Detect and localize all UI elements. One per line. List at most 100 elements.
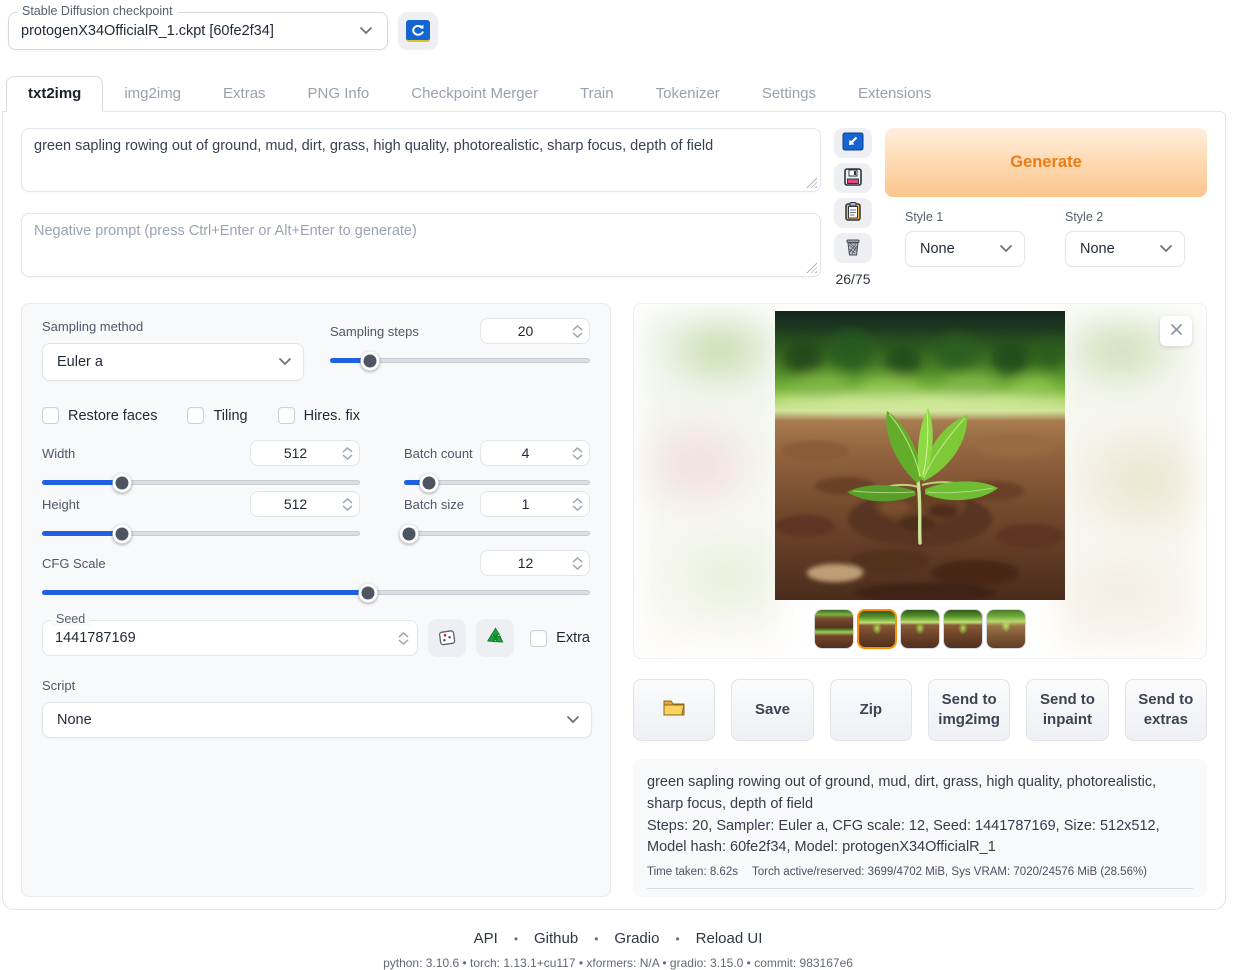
parameters-card: Sampling method Euler a Sampling steps [21, 303, 611, 897]
tab-txt2img[interactable]: txt2img [6, 76, 103, 112]
slider-knob[interactable] [113, 473, 132, 492]
floppy-disk-icon [843, 167, 863, 190]
footer-link-api[interactable]: API [474, 930, 498, 947]
sampling-method-select[interactable]: Euler a [42, 343, 304, 381]
version-info: python: 3.10.6 • torch: 1.13.1+cu117 • x… [0, 956, 1236, 970]
tab-img2img[interactable]: img2img [103, 77, 202, 111]
restore-faces-checkbox[interactable]: Restore faces [42, 407, 157, 424]
recycle-icon [485, 626, 506, 650]
gallery-thumbnail-4[interactable] [943, 609, 983, 649]
refresh-checkpoints-button[interactable] [398, 12, 438, 50]
checkbox-box[interactable] [187, 407, 204, 424]
tiling-checkbox[interactable]: Tiling [187, 407, 247, 424]
width-input[interactable] [250, 440, 360, 466]
checkbox-box[interactable] [42, 407, 59, 424]
token-counter: 26/75 [835, 271, 870, 287]
footer-link-gradio[interactable]: Gradio [614, 930, 659, 947]
slider-knob[interactable] [399, 524, 418, 543]
bullet-separator: • [594, 932, 598, 946]
number-spinner[interactable] [570, 557, 585, 570]
number-spinner[interactable] [396, 632, 411, 645]
footer-link-github[interactable]: Github [534, 930, 578, 947]
number-spinner[interactable] [570, 325, 585, 338]
sampling-steps-slider[interactable] [330, 358, 590, 363]
batch-size-label: Batch size [404, 497, 464, 512]
style2-select[interactable]: None [1065, 231, 1185, 267]
width-slider[interactable] [42, 480, 360, 485]
close-gallery-button[interactable] [1160, 316, 1192, 346]
number-spinner[interactable] [340, 447, 355, 460]
seed-input-group[interactable]: Seed [42, 620, 418, 656]
main-tabbar: txt2img img2img Extras PNG Info Checkpoi… [0, 76, 1236, 111]
footer-link-reload-ui[interactable]: Reload UI [696, 930, 763, 947]
checkpoint-select[interactable]: Stable Diffusion checkpoint protogenX34O… [8, 12, 388, 50]
hires-fix-checkbox[interactable]: Hires. fix [278, 407, 360, 424]
clear-prompt-button[interactable] [834, 233, 872, 263]
cfg-scale-slider[interactable] [42, 590, 590, 595]
reuse-seed-button[interactable] [476, 619, 514, 657]
sampling-steps-input[interactable] [480, 318, 590, 344]
tab-tokenizer[interactable]: Tokenizer [635, 77, 741, 111]
chevron-down-icon [999, 241, 1013, 257]
style1-label: Style 1 [905, 210, 1025, 224]
chevron-down-icon [1159, 241, 1173, 257]
gallery-thumbnail-5[interactable] [986, 609, 1026, 649]
negative-prompt-input[interactable] [21, 213, 821, 277]
script-select[interactable]: None [42, 702, 592, 738]
random-seed-button[interactable] [428, 619, 466, 657]
slider-knob[interactable] [113, 524, 132, 543]
slider-knob[interactable] [419, 473, 438, 492]
height-label: Height [42, 497, 80, 512]
tab-png-info[interactable]: PNG Info [287, 77, 391, 111]
open-output-folder-button[interactable] [633, 679, 715, 741]
tab-checkpoint-merger[interactable]: Checkpoint Merger [390, 77, 559, 111]
generated-image[interactable] [775, 311, 1065, 600]
batch-size-slider[interactable] [404, 531, 590, 536]
seed-input[interactable] [55, 630, 396, 646]
gallery-blur-backdrop [1056, 310, 1200, 652]
gallery-thumbnail-3[interactable] [900, 609, 940, 649]
cfg-scale-input[interactable] [480, 550, 590, 576]
send-to-extras-button[interactable]: Send to extras [1125, 679, 1207, 741]
chevron-down-icon [359, 22, 373, 40]
clipboard-icon [844, 201, 862, 225]
chevron-down-icon [278, 354, 292, 370]
height-input[interactable] [250, 491, 360, 517]
gallery-thumbnail-1[interactable] [814, 609, 854, 649]
paste-arrow-icon [842, 132, 864, 154]
zip-button[interactable]: Zip [830, 679, 912, 741]
generate-button[interactable]: Generate [885, 128, 1207, 197]
tab-extensions[interactable]: Extensions [837, 77, 952, 111]
paste-generation-params-button[interactable] [834, 128, 872, 158]
batch-count-input[interactable] [480, 440, 590, 466]
refresh-icon [406, 20, 430, 42]
save-image-button[interactable]: Save [731, 679, 813, 741]
extra-seed-checkbox[interactable]: Extra [530, 630, 590, 647]
slider-knob[interactable] [358, 583, 377, 602]
width-label: Width [42, 446, 75, 461]
checkpoint-row: Stable Diffusion checkpoint protogenX34O… [0, 0, 1236, 50]
batch-count-slider[interactable] [404, 480, 590, 485]
generation-info: green sapling rowing out of ground, mud,… [633, 759, 1207, 897]
number-spinner[interactable] [340, 498, 355, 511]
tab-extras[interactable]: Extras [202, 77, 287, 111]
tab-settings[interactable]: Settings [741, 77, 837, 111]
send-to-img2img-button[interactable]: Send to img2img [928, 679, 1010, 741]
txt2img-panel: green sapling rowing out of ground, mud,… [2, 111, 1226, 910]
checkbox-box[interactable] [530, 630, 547, 647]
number-spinner[interactable] [570, 447, 585, 460]
send-to-inpaint-button[interactable]: Send to inpaint [1026, 679, 1108, 741]
script-label: Script [42, 678, 75, 693]
save-style-button[interactable] [834, 163, 872, 193]
tab-train[interactable]: Train [559, 77, 635, 111]
slider-knob[interactable] [360, 351, 379, 370]
number-spinner[interactable] [570, 498, 585, 511]
batch-size-input[interactable] [480, 491, 590, 517]
gallery-thumbnail-2-selected[interactable] [857, 609, 897, 649]
height-slider[interactable] [42, 531, 360, 536]
prompt-input[interactable]: green sapling rowing out of ground, mud,… [21, 128, 821, 192]
close-icon [1170, 323, 1183, 339]
checkbox-box[interactable] [278, 407, 295, 424]
style1-select[interactable]: None [905, 231, 1025, 267]
apply-style-button[interactable] [834, 198, 872, 228]
